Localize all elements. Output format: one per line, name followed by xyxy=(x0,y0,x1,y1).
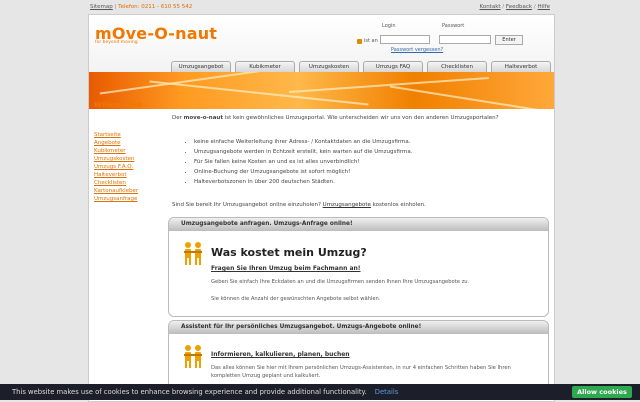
feature-list: keine einfache Weiterleitung ihrer Adres… xyxy=(184,137,412,187)
sidebar-item-checklisten[interactable]: Checklisten xyxy=(94,179,154,187)
secure-label: ist an xyxy=(364,38,378,44)
site-header: mOve-O-naut for beyond moving ist an Log… xyxy=(89,15,554,75)
assistant-text: Das alles können Sie hier mit Ihrem pers… xyxy=(211,365,511,379)
tab-umzugs-faq[interactable]: Umzugs FAQ xyxy=(363,61,423,72)
cookie-banner: This website makes use of cookies to enh… xyxy=(0,384,640,400)
sidebar-item-angebote[interactable]: Angebote xyxy=(94,139,154,147)
people-icon xyxy=(181,240,205,266)
cta-text: Sind Sie bereit Ihr Umzugsangebot online… xyxy=(172,202,426,208)
enter-button[interactable]: Enter xyxy=(495,35,523,45)
tab-umzugskosten[interactable]: Umzugskosten xyxy=(299,61,359,72)
list-item: Für Sie fallen keine Kosten an und es is… xyxy=(194,157,412,167)
sidebar-title: Willkommen xyxy=(94,101,143,109)
list-item: Halteverbotszonen in über 200 deutschen … xyxy=(194,177,412,187)
sidebar-item-umzugs-faq[interactable]: Umzugs F.A.Q. xyxy=(94,163,154,171)
ask-expert-link[interactable]: Fragen Sie Ihren Umzug beim Fachmann an! xyxy=(211,265,361,272)
lock-icon xyxy=(357,39,362,44)
quote-text-1: Geben Sie einfach Ihre Eckdaten an und d… xyxy=(211,279,470,285)
phone-text: Telefon: 0211 - 610 55 542 xyxy=(118,4,193,10)
sidebar-item-halteverbot[interactable]: Halteverbot xyxy=(94,171,154,179)
forgot-password-link[interactable]: Passwort vergessen? xyxy=(391,47,443,53)
inform-calc-link[interactable]: Informieren, kalkulieren, planen, buchen xyxy=(211,351,350,358)
list-item: Umzugsangebote werden in Echtzeit erstel… xyxy=(194,147,412,157)
cta-post: kostenlos einholen. xyxy=(370,202,426,208)
request-quote-box: Umzugsangebote anfragen. Umzugs-Anfrage … xyxy=(168,217,549,317)
tab-umzugsangebot[interactable]: Umzugsangebot xyxy=(171,61,231,72)
intro-post: ist kein gewöhnliches Umzugsportal. Wie … xyxy=(222,115,499,121)
site-tagline: for beyond moving xyxy=(95,40,138,45)
top-utility-bar: Sitemap | Telefon: 0211 - 610 55 542 Kon… xyxy=(90,4,550,14)
password-input[interactable] xyxy=(439,35,491,44)
request-quote-box-header: Umzugsangebote anfragen. Umzugs-Anfrage … xyxy=(169,218,548,231)
tab-halteverbot[interactable]: Halteverbot xyxy=(491,61,551,72)
sitemap-link[interactable]: Sitemap xyxy=(90,4,113,10)
intro-text: Der move-o-naut ist kein gewöhnliches Um… xyxy=(172,115,548,121)
assistant-box-header: Assistent für Ihr persönliches Umzugsang… xyxy=(169,321,548,334)
sidebar-item-kubikmeter[interactable]: Kubikmeter xyxy=(94,147,154,155)
feedback-link[interactable]: Feedback xyxy=(506,4,532,10)
header-banner-image xyxy=(89,72,554,109)
sidebar-item-umzugskosten[interactable]: Umzugskosten xyxy=(94,155,154,163)
quote-title: Was kostet mein Umzug? xyxy=(211,246,367,259)
intro-pre: Der xyxy=(172,115,184,121)
password-label: Passwort xyxy=(442,23,465,29)
sidebar-item-umzugsanfrage[interactable]: Umzugsanfrage xyxy=(94,195,154,203)
login-input[interactable] xyxy=(380,35,430,44)
allow-cookies-button[interactable]: Allow cookies xyxy=(572,386,632,398)
login-form: ist an Login Passwort Enter Passwort ver… xyxy=(357,21,552,61)
sidebar-item-startseite[interactable]: Startseite xyxy=(94,131,154,139)
sidebar: Willkommen Startseite Angebote Kubikmete… xyxy=(94,101,154,203)
cookie-text: This website makes use of cookies to enh… xyxy=(12,388,367,396)
list-item: Online-Buchung der Umzugsangebote ist so… xyxy=(194,167,412,177)
tab-checklisten[interactable]: Checklisten xyxy=(427,61,487,72)
login-label: Login xyxy=(382,23,396,29)
umzugsangebote-link[interactable]: Umzugsangebote xyxy=(323,202,371,208)
cookie-details-link[interactable]: Details xyxy=(375,388,399,396)
sidebar-item-kartonaufkleber[interactable]: Kartonaufkleber xyxy=(94,187,154,195)
help-link[interactable]: Hilfe xyxy=(537,4,550,10)
list-item: keine einfache Weiterleitung ihrer Adres… xyxy=(194,137,412,147)
tab-kubikmeter[interactable]: Kubikmeter xyxy=(235,61,295,72)
contact-link[interactable]: Kontakt xyxy=(480,4,501,10)
intro-brand: move-o-naut xyxy=(183,115,223,121)
quote-text-2: Sie können die Anzahl der gewünschten An… xyxy=(211,296,381,302)
cta-pre: Sind Sie bereit Ihr Umzugsangebot online… xyxy=(172,202,323,208)
people-icon xyxy=(181,343,205,369)
